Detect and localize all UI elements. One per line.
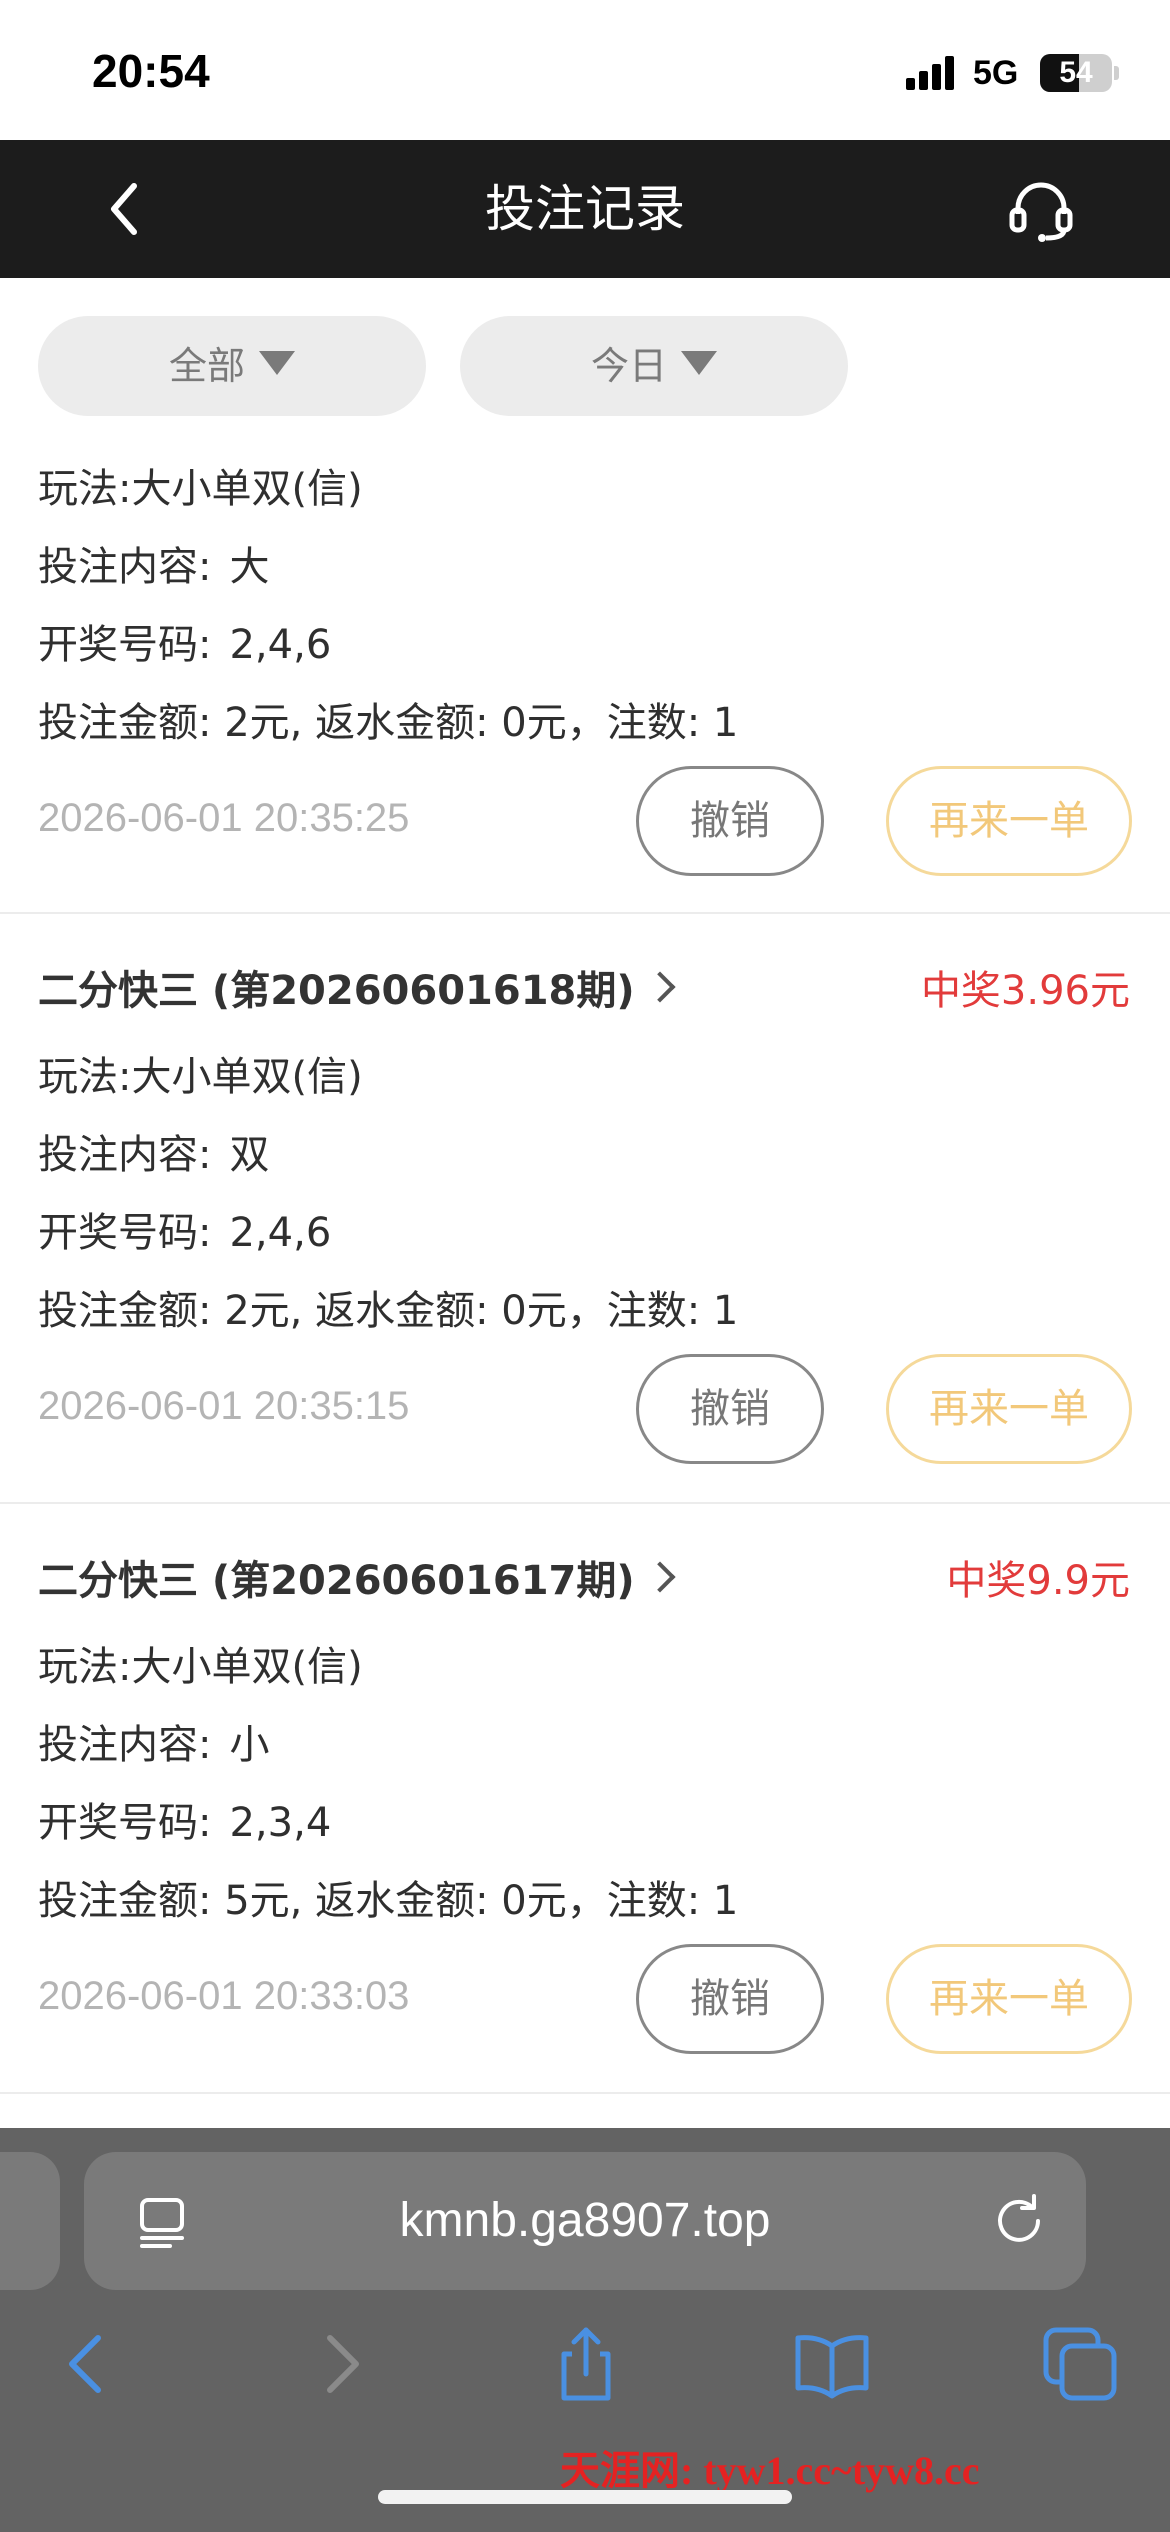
- play-value: 大小单双(信): [131, 1644, 363, 1690]
- bet-time: 2026-06-01 20:35:15: [38, 1384, 410, 1428]
- bet-content-value: 小: [229, 1722, 270, 1768]
- bet-again-button[interactable]: 再来一单: [886, 1354, 1132, 1464]
- play-label: 玩法:: [38, 1054, 132, 1100]
- status-time: 20:54: [92, 45, 210, 97]
- bookmarks-icon[interactable]: [792, 2324, 872, 2404]
- draw-numbers-label: 开奖号码:: [38, 1210, 212, 1256]
- battery-percent: 54: [1059, 56, 1093, 89]
- bet-amount-line: 投注金额: 2元, 返水金额: 0元，注数: 1: [38, 1288, 739, 1334]
- bet-again-button[interactable]: 再来一单: [886, 766, 1132, 876]
- draw-numbers-value: 2,4,6: [229, 1210, 332, 1256]
- bet-time: 2026-06-01 20:35:25: [38, 796, 410, 840]
- filter-date-dropdown[interactable]: 今日: [460, 316, 848, 416]
- filter-type-label: 全部: [168, 344, 245, 388]
- record-title-link[interactable]: 二分快三 (第20260601618期): [38, 958, 676, 1016]
- cancel-bet-button[interactable]: 撤销: [636, 766, 824, 876]
- record-title: 二分快三 (第20260601617期): [38, 1558, 635, 1604]
- battery-icon: 54: [1040, 54, 1112, 92]
- bet-content: 投注内容: 小: [38, 1712, 269, 1770]
- status-bar: 20:54 5G 54: [0, 0, 1170, 140]
- caret-down-icon: [681, 351, 717, 375]
- bet-amount-line: 投注金额: 5元, 返水金额: 0元，注数: 1: [38, 1878, 739, 1924]
- bet-record: 二分快三 (第20260601617期) 中奖9.9元 玩法:大小单双(信) 投…: [0, 1504, 1170, 2094]
- tabs-icon[interactable]: [1040, 2324, 1120, 2404]
- draw-numbers: 开奖号码: 2,4,6: [38, 1200, 331, 1258]
- chevron-right-icon: [644, 971, 676, 1003]
- play-label: 玩法:: [38, 1644, 132, 1690]
- play-type: 玩法:大小单双(信): [38, 1634, 363, 1692]
- draw-numbers-value: 2,3,4: [229, 1800, 332, 1846]
- play-type: 玩法:大小单双(信): [38, 1044, 363, 1102]
- cancel-bet-button[interactable]: 撤销: [636, 1354, 824, 1464]
- bet-content-label: 投注内容:: [38, 544, 212, 590]
- cancel-bet-button[interactable]: 撤销: [636, 1944, 824, 2054]
- reload-icon[interactable]: [988, 2190, 1050, 2252]
- bet-content-label: 投注内容:: [38, 1132, 212, 1178]
- watermark-text: 天涯网: tyw1.cc~tyw8.cc: [560, 2448, 980, 2493]
- battery-nub: [1114, 66, 1119, 80]
- bet-record: 玩法:大小单双(信) 投注内容: 大 开奖号码: 2,4,6 投注金额: 2元, 返…: [0, 440, 1170, 914]
- bet-content: 投注内容: 双: [38, 1122, 269, 1180]
- record-title-link[interactable]: 二分快三 (第20260601617期): [38, 1548, 676, 1606]
- play-label: 玩法:: [38, 466, 132, 512]
- customer-service-headset-icon[interactable]: [1006, 176, 1076, 246]
- play-value: 大小单双(信): [131, 466, 363, 512]
- bet-amount-line: 投注金额: 2元, 返水金额: 0元，注数: 1: [38, 700, 739, 746]
- draw-numbers: 开奖号码: 2,4,6: [38, 612, 331, 670]
- caret-down-icon: [259, 351, 295, 375]
- filter-date-label: 今日: [590, 344, 667, 388]
- app-header: 投注记录: [0, 140, 1170, 278]
- play-type: 玩法:大小单双(信): [38, 456, 363, 514]
- filter-type-dropdown[interactable]: 全部: [38, 316, 426, 416]
- bet-content-label: 投注内容:: [38, 1722, 212, 1768]
- url-text: kmnb.ga8907.top: [399, 2194, 771, 2247]
- network-type: 5G: [973, 54, 1019, 92]
- bet-time: 2026-06-01 20:33:03: [38, 1974, 410, 2018]
- draw-numbers-label: 开奖号码:: [38, 1800, 212, 1846]
- play-value: 大小单双(信): [131, 1054, 363, 1100]
- cellular-signal-icon: [906, 56, 954, 90]
- bet-record: 二分快三 (第20260601618期) 中奖3.96元 玩法:大小单双(信) …: [0, 914, 1170, 1504]
- page-title: 投注记录: [485, 180, 685, 238]
- draw-numbers-label: 开奖号码:: [38, 622, 212, 668]
- bet-again-button[interactable]: 再来一单: [886, 1944, 1132, 2054]
- bet-content-value: 双: [229, 1132, 270, 1178]
- home-indicator[interactable]: [378, 2490, 792, 2504]
- prize-amount: 中奖3.96元: [920, 968, 1130, 1014]
- bet-content: 投注内容: 大: [38, 534, 269, 592]
- share-icon[interactable]: [546, 2324, 626, 2404]
- draw-numbers: 开奖号码: 2,3,4: [38, 1790, 331, 1848]
- chevron-right-icon: [644, 1561, 676, 1593]
- previous-tab-peek[interactable]: [0, 2152, 60, 2290]
- browser-forward-icon[interactable]: [300, 2324, 380, 2404]
- address-bar[interactable]: kmnb.ga8907.top: [84, 2152, 1086, 2290]
- record-title: 二分快三 (第20260601618期): [38, 968, 635, 1014]
- bet-content-value: 大: [229, 544, 270, 590]
- draw-numbers-value: 2,4,6: [229, 622, 332, 668]
- browser-back-icon[interactable]: [48, 2324, 128, 2404]
- prize-amount: 中奖9.9元: [946, 1558, 1130, 1604]
